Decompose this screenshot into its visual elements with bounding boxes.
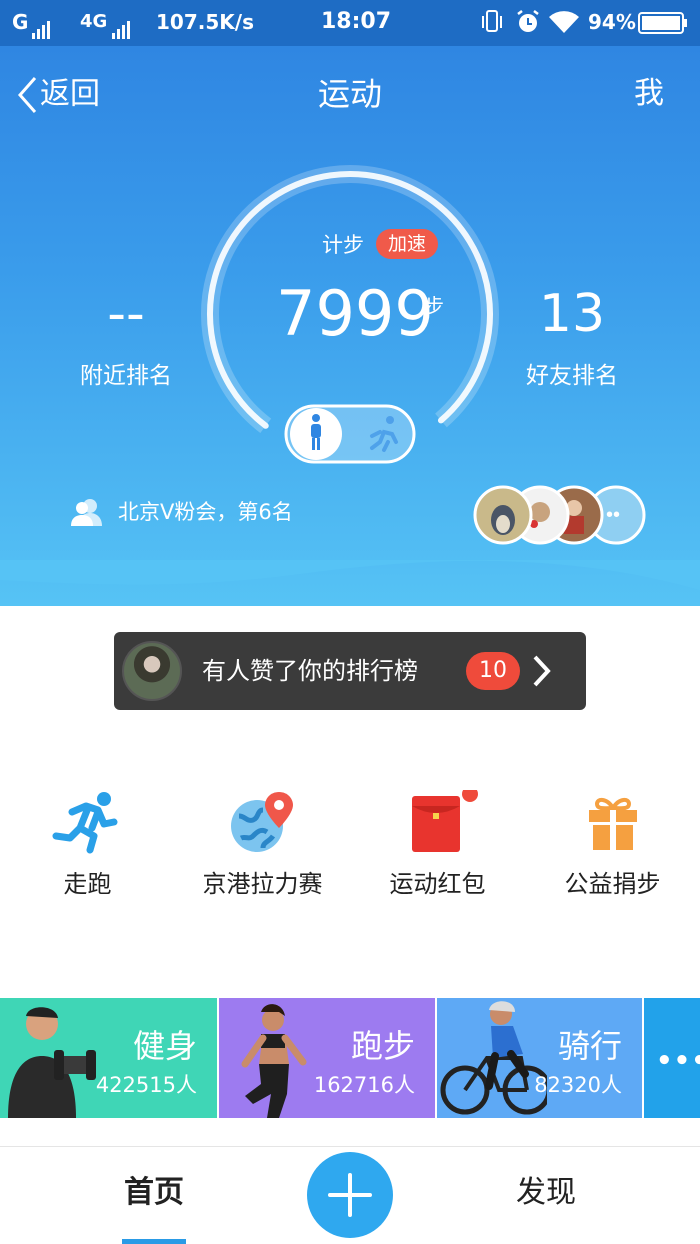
- category-count: 82320人: [534, 1073, 622, 1097]
- chevron-right-icon: [533, 655, 551, 687]
- wifi-icon: [548, 9, 580, 41]
- fitness-person-image: [8, 1007, 96, 1118]
- category-cycling[interactable]: 骑行 82320人: [437, 998, 642, 1118]
- red-envelope-icon: [411, 790, 478, 852]
- gift-icon: [588, 797, 637, 850]
- svg-text:••: ••: [606, 504, 620, 526]
- category-name: 健身: [132, 1027, 197, 1065]
- more-icon: •••: [656, 1046, 700, 1076]
- category-name: 骑行: [557, 1027, 622, 1065]
- signal-icon-2: [112, 13, 132, 39]
- nearby-rank-label[interactable]: 附近排名: [36, 360, 216, 392]
- alarm-icon: [514, 8, 542, 42]
- step-unit: 步: [424, 294, 444, 318]
- category-running[interactable]: 跑步 162716人: [219, 998, 435, 1118]
- step-count: 7999: [276, 277, 434, 350]
- feature-label: 京港拉力赛: [202, 870, 323, 898]
- clock: 18:07: [321, 9, 392, 34]
- feature-charity-steps[interactable]: 公益捐步: [525, 790, 700, 900]
- feature-walk-run[interactable]: 走跑: [0, 790, 175, 900]
- group-rank-text[interactable]: 北京V粉会，第6名: [118, 496, 293, 528]
- feature-label: 运动红包: [389, 870, 486, 898]
- cyclist-image: [440, 1001, 547, 1115]
- feature-rally[interactable]: 京港拉力赛: [175, 790, 350, 900]
- mode-toggle[interactable]: [284, 402, 416, 466]
- avatar: [122, 641, 182, 701]
- globe-pin-icon: [230, 792, 293, 852]
- network-label: 4G: [80, 11, 108, 32]
- more-categories-button[interactable]: •••: [644, 998, 700, 1118]
- tab-discover[interactable]: 发现: [516, 1173, 576, 1213]
- active-tab-indicator: [122, 1239, 186, 1244]
- status-bar: G 4G 107.5K/s 18:07 94%: [0, 0, 700, 46]
- like-notification[interactable]: 有人赞了你的排行榜 10: [114, 632, 586, 710]
- tab-home[interactable]: 首页: [124, 1173, 184, 1213]
- nearby-rank-value: --: [107, 284, 145, 344]
- add-button[interactable]: [307, 1152, 393, 1238]
- notification-text: 有人赞了你的排行榜: [202, 657, 418, 685]
- category-count: 422515人: [95, 1073, 197, 1097]
- runner-woman-image: [241, 1004, 307, 1118]
- page-title: 运动: [317, 75, 382, 113]
- new-dot-badge: [461, 790, 478, 802]
- group-icon: [71, 499, 102, 526]
- network-speed: 107.5K/s: [156, 10, 254, 34]
- header-wave: [0, 560, 700, 590]
- friend-rank-label[interactable]: 好友排名: [482, 360, 662, 392]
- category-name: 跑步: [350, 1027, 415, 1065]
- plus-icon: [328, 1173, 372, 1217]
- friend-rank-value: 13: [538, 284, 606, 344]
- feature-red-packet[interactable]: 运动红包: [350, 790, 525, 900]
- boost-button[interactable]: 加速: [376, 229, 438, 259]
- battery-icon: [638, 11, 688, 41]
- step-label: 计步: [322, 233, 364, 257]
- runner-icon: [52, 792, 117, 854]
- battery-percent: 94%: [588, 10, 636, 34]
- feature-label: 公益捐步: [564, 870, 661, 898]
- friend-avatars[interactable]: ••: [470, 484, 650, 546]
- category-count: 162716人: [313, 1073, 415, 1097]
- me-button[interactable]: 我: [634, 72, 664, 116]
- signal-icon: [32, 13, 52, 39]
- carrier-label: G: [12, 10, 29, 34]
- vibrate-icon: [480, 8, 504, 42]
- feature-label: 走跑: [63, 870, 112, 898]
- notification-count-badge: 10: [466, 652, 520, 690]
- category-fitness[interactable]: 健身 422515人: [0, 998, 217, 1118]
